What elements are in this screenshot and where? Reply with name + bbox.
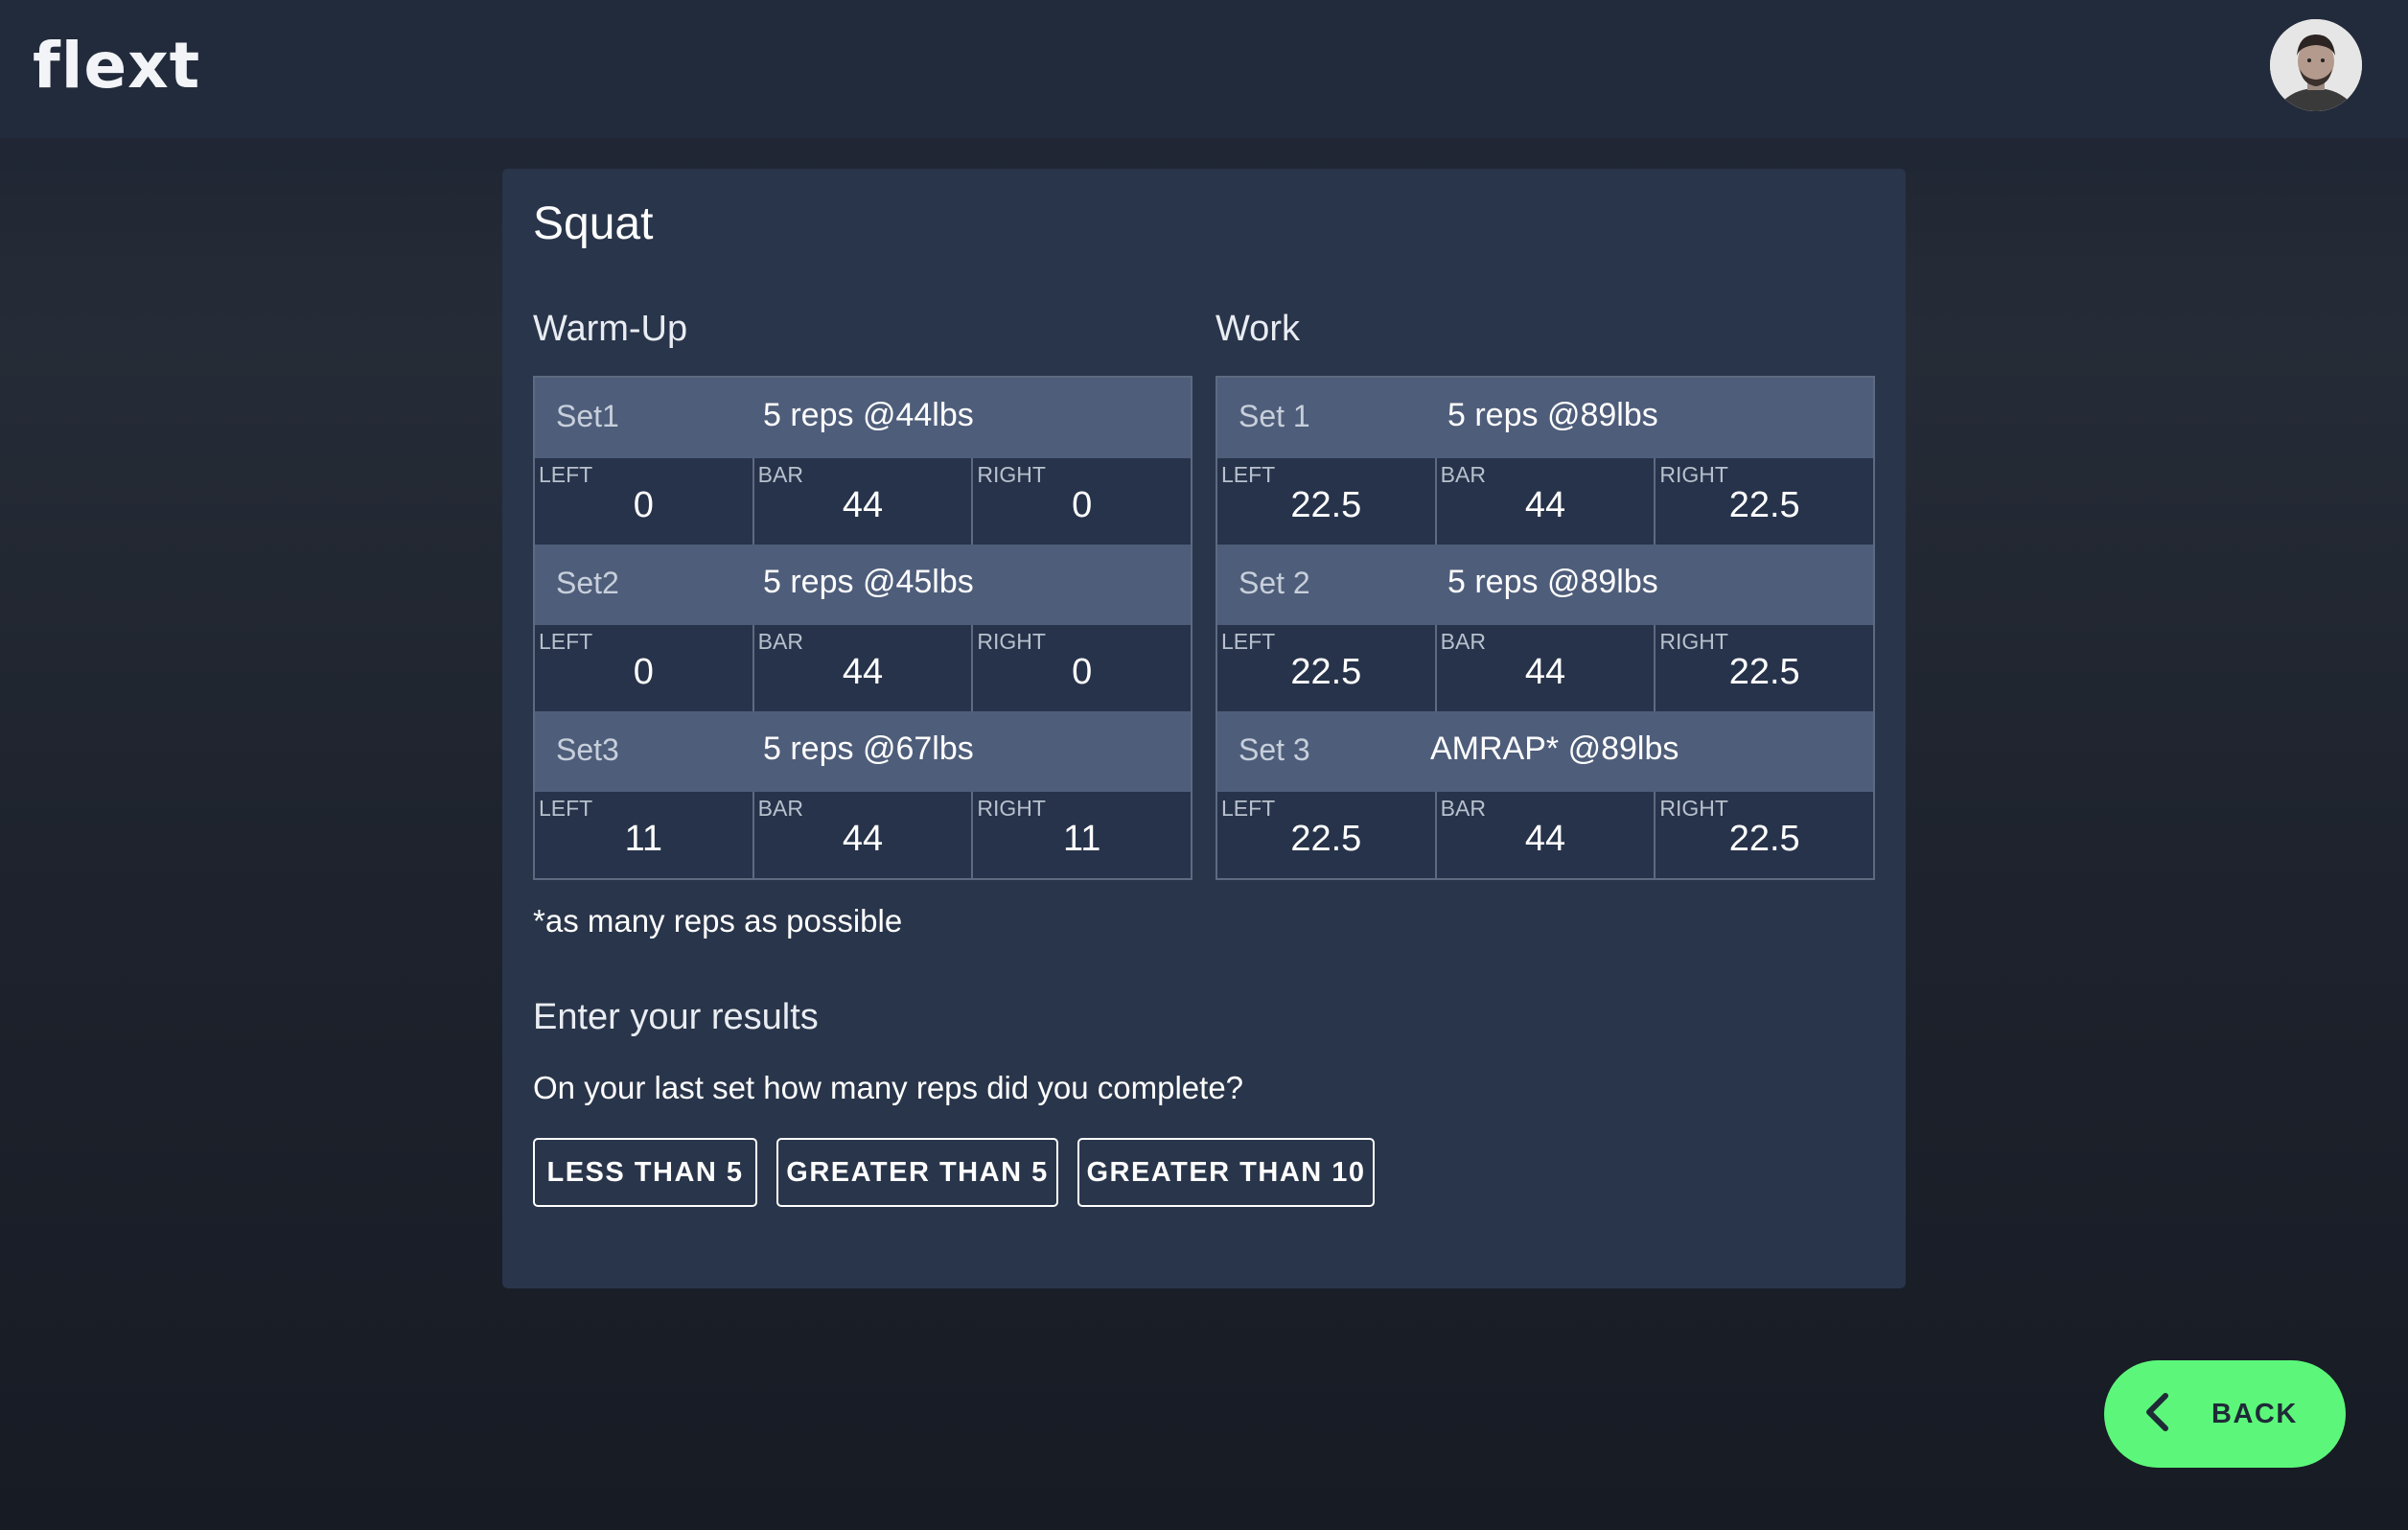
set-name: Set1 bbox=[556, 399, 619, 433]
flext-logo[interactable]: flext bbox=[33, 29, 200, 103]
left-value: 0 bbox=[633, 652, 654, 692]
set-name: Set2 bbox=[556, 566, 619, 600]
set-weights-row: LEFT 11 BAR 44 RIGHT 11 bbox=[535, 792, 1191, 878]
work-table: Set 1 5 reps @89lbs LEFT 22.5 BAR 44 RIGHT… bbox=[1216, 376, 1875, 880]
right-label: RIGHT bbox=[1659, 629, 1728, 654]
set-header: Set 2 5 reps @89lbs bbox=[1217, 545, 1873, 625]
left-plate-cell: LEFT 22.5 bbox=[1217, 792, 1437, 878]
bar-value: 44 bbox=[842, 819, 884, 859]
top-bar: flext bbox=[0, 0, 2408, 138]
set-description: 5 reps @89lbs bbox=[1447, 564, 1658, 600]
left-plate-cell: LEFT 22.5 bbox=[1217, 625, 1437, 711]
bar-label: BAR bbox=[757, 462, 803, 487]
right-value: 0 bbox=[1072, 652, 1093, 692]
right-label: RIGHT bbox=[1659, 462, 1728, 487]
right-label: RIGHT bbox=[1659, 796, 1728, 821]
bar-label: BAR bbox=[757, 796, 803, 821]
bar-cell: BAR 44 bbox=[1437, 792, 1656, 878]
set-header: Set2 5 reps @45lbs bbox=[535, 545, 1191, 625]
right-value: 11 bbox=[1062, 819, 1101, 859]
left-label: LEFT bbox=[1221, 629, 1276, 654]
right-label: RIGHT bbox=[977, 629, 1046, 654]
greater-than-5-button[interactable]: GREATER THAN 5 bbox=[776, 1138, 1058, 1207]
left-label: LEFT bbox=[539, 629, 593, 654]
right-label: RIGHT bbox=[977, 462, 1046, 487]
right-value: 0 bbox=[1072, 485, 1093, 525]
bar-value: 44 bbox=[842, 485, 884, 525]
bar-cell: BAR 44 bbox=[1437, 625, 1656, 711]
results-title: Enter your results bbox=[533, 997, 819, 1037]
set-weights-row: LEFT 22.5 BAR 44 RIGHT 22.5 bbox=[1217, 792, 1873, 878]
greater-than-10-button[interactable]: GREATER THAN 10 bbox=[1077, 1138, 1375, 1207]
bar-cell: BAR 44 bbox=[754, 625, 974, 711]
avatar-portrait-icon bbox=[2270, 19, 2362, 111]
bar-value: 44 bbox=[1524, 819, 1566, 859]
set-weights-row: LEFT 22.5 BAR 44 RIGHT 22.5 bbox=[1217, 458, 1873, 545]
right-plate-cell: RIGHT 22.5 bbox=[1656, 792, 1873, 878]
work-title: Work bbox=[1216, 309, 1300, 349]
exercise-card: Squat Warm-Up Work Set1 5 reps @44lbs LE… bbox=[502, 169, 1906, 1288]
right-value: 22.5 bbox=[1728, 652, 1800, 692]
right-value: 22.5 bbox=[1728, 819, 1800, 859]
exercise-title: Squat bbox=[533, 198, 654, 249]
bar-label: BAR bbox=[1440, 796, 1486, 821]
left-label: LEFT bbox=[539, 796, 593, 821]
bar-cell: BAR 44 bbox=[754, 458, 974, 545]
set-name: Set 3 bbox=[1239, 732, 1310, 767]
set-description: 5 reps @44lbs bbox=[763, 397, 974, 433]
less-than-5-button[interactable]: LESS THAN 5 bbox=[533, 1138, 757, 1207]
right-plate-cell: RIGHT 0 bbox=[973, 458, 1191, 545]
bar-label: BAR bbox=[757, 629, 803, 654]
set-weights-row: LEFT 0 BAR 44 RIGHT 0 bbox=[535, 458, 1191, 545]
set-header: Set3 5 reps @67lbs bbox=[535, 711, 1191, 792]
left-value: 0 bbox=[633, 485, 654, 525]
set-name: Set 1 bbox=[1239, 399, 1310, 433]
bar-label: BAR bbox=[1440, 629, 1486, 654]
bar-value: 44 bbox=[1524, 485, 1566, 525]
amrap-footnote: *as many reps as possible bbox=[533, 903, 903, 939]
set-header: Set1 5 reps @44lbs bbox=[535, 378, 1191, 458]
left-plate-cell: LEFT 11 bbox=[535, 792, 754, 878]
left-plate-cell: LEFT 0 bbox=[535, 625, 754, 711]
set-weights-row: LEFT 22.5 BAR 44 RIGHT 22.5 bbox=[1217, 625, 1873, 711]
set-description: AMRAP* @89lbs bbox=[1430, 730, 1679, 767]
bar-cell: BAR 44 bbox=[1437, 458, 1656, 545]
bar-cell: BAR 44 bbox=[754, 792, 974, 878]
set-name: Set3 bbox=[556, 732, 619, 767]
bar-value: 44 bbox=[842, 652, 884, 692]
warmup-table: Set1 5 reps @44lbs LEFT 0 BAR 44 RIGHT 0 Se… bbox=[533, 376, 1192, 880]
chevron-left-icon bbox=[2142, 1392, 2171, 1437]
bar-label: BAR bbox=[1440, 462, 1486, 487]
right-plate-cell: RIGHT 22.5 bbox=[1656, 458, 1873, 545]
back-button[interactable]: BACK bbox=[2104, 1360, 2346, 1468]
left-plate-cell: LEFT 0 bbox=[535, 458, 754, 545]
left-label: LEFT bbox=[1221, 796, 1276, 821]
left-value: 22.5 bbox=[1290, 485, 1362, 525]
bar-value: 44 bbox=[1524, 652, 1566, 692]
set-header: Set 1 5 reps @89lbs bbox=[1217, 378, 1873, 458]
right-plate-cell: RIGHT 0 bbox=[973, 625, 1191, 711]
left-value: 11 bbox=[624, 819, 663, 859]
right-plate-cell: RIGHT 11 bbox=[973, 792, 1191, 878]
right-plate-cell: RIGHT 22.5 bbox=[1656, 625, 1873, 711]
set-description: 5 reps @89lbs bbox=[1447, 397, 1658, 433]
user-avatar[interactable] bbox=[2270, 19, 2362, 111]
set-name: Set 2 bbox=[1239, 566, 1310, 600]
left-value: 22.5 bbox=[1290, 819, 1362, 859]
results-question: On your last set how many reps did you c… bbox=[533, 1070, 1244, 1105]
right-label: RIGHT bbox=[977, 796, 1046, 821]
right-value: 22.5 bbox=[1728, 485, 1800, 525]
set-description: 5 reps @45lbs bbox=[763, 564, 974, 600]
warmup-title: Warm-Up bbox=[533, 309, 688, 349]
left-label: LEFT bbox=[539, 462, 593, 487]
back-label: BACK bbox=[2211, 1398, 2298, 1429]
set-weights-row: LEFT 0 BAR 44 RIGHT 0 bbox=[535, 625, 1191, 711]
set-description: 5 reps @67lbs bbox=[763, 730, 974, 767]
set-header: Set 3 AMRAP* @89lbs bbox=[1217, 711, 1873, 792]
left-plate-cell: LEFT 22.5 bbox=[1217, 458, 1437, 545]
left-label: LEFT bbox=[1221, 462, 1276, 487]
left-value: 22.5 bbox=[1290, 652, 1362, 692]
